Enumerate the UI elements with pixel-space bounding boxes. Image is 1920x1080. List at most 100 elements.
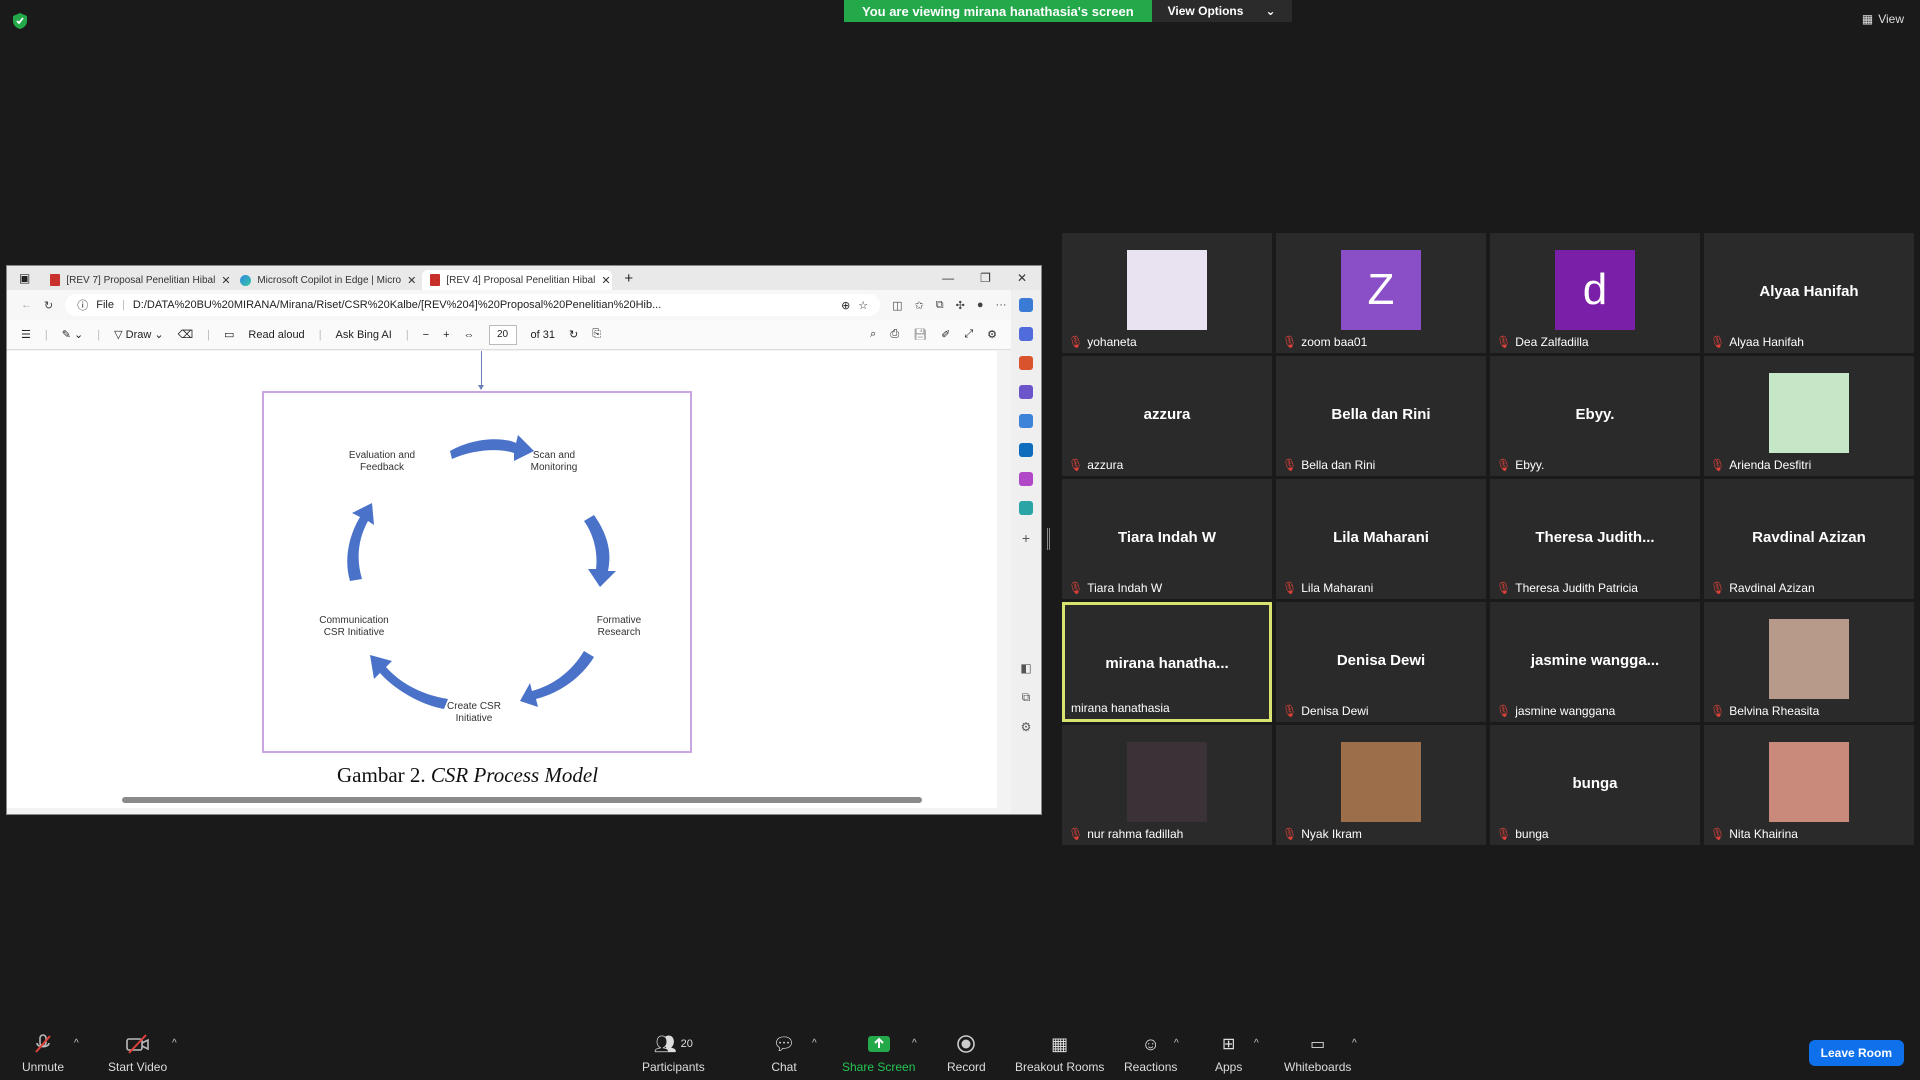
add-text-icon[interactable]: ▭ (224, 328, 234, 341)
contents-icon[interactable]: ☰ (21, 328, 31, 341)
split-resize-handle[interactable] (1047, 528, 1050, 550)
save-icon[interactable]: 💾︎ (913, 328, 927, 341)
participant-tile[interactable]: Tiara Indah W 🎙︎ Tiara Indah W (1062, 479, 1272, 599)
participant-display-name: Ravdinal Azizan (1752, 529, 1866, 546)
tools-icon[interactable] (1019, 356, 1033, 370)
chat-options-caret-icon[interactable]: ^ (812, 1038, 817, 1049)
leave-room-button[interactable]: Leave Room (1808, 1040, 1904, 1066)
whiteboards-button[interactable]: ▭ Whiteboards (1284, 1034, 1351, 1074)
print-icon[interactable]: ⎙ (890, 328, 899, 341)
more-menu-icon[interactable]: ··· (996, 299, 1007, 311)
browser-tab[interactable]: [REV 7] Proposal Penelitian Hibal ✕ (42, 270, 232, 290)
search-sidebar-icon[interactable] (1019, 298, 1033, 312)
highlight-icon[interactable]: ✎ ⌄ (62, 328, 84, 341)
zoom-in-icon[interactable]: + (443, 329, 449, 341)
breakout-rooms-button[interactable]: ▦ Breakout Rooms (1015, 1034, 1104, 1075)
close-window-icon[interactable]: ✕ (1017, 271, 1027, 285)
save-as-icon[interactable]: ✐ (941, 328, 950, 341)
participant-tile[interactable]: 🎙︎ Arienda Desfitri (1704, 356, 1914, 476)
audio-options-caret-icon[interactable]: ^ (74, 1038, 79, 1049)
sidebar-toggle-icon[interactable]: ◧ (1020, 661, 1031, 675)
tab-actions-icon[interactable]: ▣ (7, 271, 42, 285)
browser-tab[interactable]: Microsoft Copilot in Edge | Micro ✕ (232, 270, 422, 290)
refresh-icon[interactable]: ↻ (44, 299, 53, 312)
settings-icon[interactable]: ⚙ (987, 328, 997, 341)
participant-tile[interactable]: Denisa Dewi 🎙︎ Denisa Dewi (1276, 602, 1486, 722)
record-button[interactable]: Record (947, 1034, 986, 1074)
page-number-input[interactable]: 20 (488, 324, 517, 345)
participant-tile[interactable]: Bella dan Rini 🎙︎ Bella dan Rini (1276, 356, 1486, 476)
video-options-caret-icon[interactable]: ^ (172, 1038, 177, 1049)
zoom-out-icon[interactable]: − (423, 329, 429, 341)
zoom-icon[interactable]: ⊕ (841, 299, 850, 312)
shopping-icon[interactable] (1019, 327, 1033, 341)
rotate-icon[interactable]: ↻ (569, 328, 578, 341)
erase-icon[interactable]: ⌫ (178, 328, 194, 341)
participant-name-label: 🎙︎ Lila Maharani (1282, 581, 1373, 595)
participant-tile[interactable]: 🎙︎ Nita Khairina (1704, 725, 1914, 845)
open-external-icon[interactable]: ⧉ (1022, 690, 1031, 705)
games-icon[interactable] (1019, 385, 1033, 399)
participant-tile[interactable]: mirana hanatha... mirana hanathasia (1062, 602, 1272, 722)
reactions-caret-icon[interactable]: ^ (1174, 1038, 1179, 1049)
participant-tile[interactable]: d 🎙︎ Dea Zalfadilla (1490, 233, 1700, 353)
draw-button[interactable]: ▽ Draw ⌄ (114, 328, 163, 341)
muted-mic-icon (30, 1034, 56, 1054)
address-bar[interactable]: ⓘ File | D:/DATA%20BU%20MIRANA/Mirana/Ri… (65, 294, 881, 316)
fit-page-icon[interactable]: ⇔ (464, 329, 475, 341)
participant-tile[interactable]: azzura 🎙︎ azzura (1062, 356, 1272, 476)
favorites-icon[interactable]: ✩ (915, 299, 924, 312)
participant-tile[interactable]: 🎙︎ Nyak Ikram (1276, 725, 1486, 845)
view-options-button[interactable]: View Options ⌄ (1151, 0, 1292, 22)
maximize-icon[interactable]: ❐ (980, 271, 991, 285)
sidebar-settings-icon[interactable]: ⚙ (1021, 720, 1032, 734)
participant-tile[interactable]: Lila Maharani 🎙︎ Lila Maharani (1276, 479, 1486, 599)
horizontal-scrollbar[interactable] (122, 797, 922, 803)
participant-tile[interactable]: Ravdinal Azizan 🎙︎ Ravdinal Azizan (1704, 479, 1914, 599)
apps-button[interactable]: ⊞ Apps (1215, 1034, 1242, 1074)
chat-button[interactable]: 💬︎ Chat (771, 1033, 797, 1075)
m365-icon[interactable] (1019, 414, 1033, 428)
share-screen-button[interactable]: Share Screen (842, 1034, 915, 1074)
search-icon[interactable]: ⌕ (870, 328, 876, 341)
participant-tile[interactable]: Ebyy. 🎙︎ Ebyy. (1490, 356, 1700, 476)
encryption-shield-icon[interactable] (12, 12, 28, 30)
close-tab-icon[interactable]: ✕ (407, 274, 416, 287)
participant-tile[interactable]: 🎙︎ nur rahma fadillah (1062, 725, 1272, 845)
whiteboards-caret-icon[interactable]: ^ (1352, 1038, 1357, 1049)
participant-tile[interactable]: 🎙︎ yohaneta (1062, 233, 1272, 353)
participant-tile[interactable]: 🎙︎ Belvina Rheasita (1704, 602, 1914, 722)
fullscreen-icon[interactable]: ⤢ (964, 328, 973, 341)
extensions-icon[interactable]: ✣ (956, 299, 965, 312)
apps-caret-icon[interactable]: ^ (1254, 1038, 1259, 1049)
designer-icon[interactable] (1019, 472, 1033, 486)
participant-tile[interactable]: bunga 🎙︎ bunga (1490, 725, 1700, 845)
minimize-icon[interactable]: — (942, 271, 954, 285)
participant-tile[interactable]: Theresa Judith... 🎙︎ Theresa Judith Patric… (1490, 479, 1700, 599)
close-tab-icon[interactable]: ✕ (221, 274, 230, 287)
chat-icon: 💬︎ (772, 1033, 796, 1054)
add-icon[interactable]: + (1022, 530, 1030, 546)
participants-button[interactable]: 👥︎ 20 Participants (642, 1034, 705, 1075)
collections-icon[interactable]: ⧉ (936, 299, 944, 312)
start-video-button[interactable]: Start Video (108, 1034, 167, 1074)
participant-tile[interactable]: jasmine wangga... 🎙︎ jasmine wanggana (1490, 602, 1700, 722)
outlook-icon[interactable] (1019, 443, 1033, 457)
read-aloud-button[interactable]: Read aloud (248, 329, 304, 341)
split-screen-icon[interactable]: ◫ (892, 299, 902, 312)
unmute-button[interactable]: Unmute (22, 1034, 64, 1074)
page-view-icon[interactable]: ⎘ (592, 328, 601, 341)
profile-icon[interactable]: ● (977, 299, 984, 311)
ask-bing-button[interactable]: Ask Bing AI (336, 329, 392, 341)
participant-tile[interactable]: Z 🎙︎ zoom baa01 (1276, 233, 1486, 353)
new-tab-icon[interactable]: + (612, 270, 645, 287)
drop-icon[interactable] (1019, 501, 1033, 515)
share-options-caret-icon[interactable]: ^ (912, 1038, 917, 1049)
browser-tab-active[interactable]: [REV 4] Proposal Penelitian Hibal ✕ (422, 270, 613, 290)
close-tab-icon[interactable]: ✕ (601, 274, 610, 287)
view-button[interactable]: ▦ View (1862, 12, 1904, 26)
favorite-star-icon[interactable]: ☆ (858, 299, 868, 312)
back-icon[interactable]: ← (21, 299, 32, 311)
reactions-button[interactable]: ☺ Reactions (1124, 1034, 1177, 1075)
participant-tile[interactable]: Alyaa Hanifah 🎙︎ Alyaa Hanifah (1704, 233, 1914, 353)
